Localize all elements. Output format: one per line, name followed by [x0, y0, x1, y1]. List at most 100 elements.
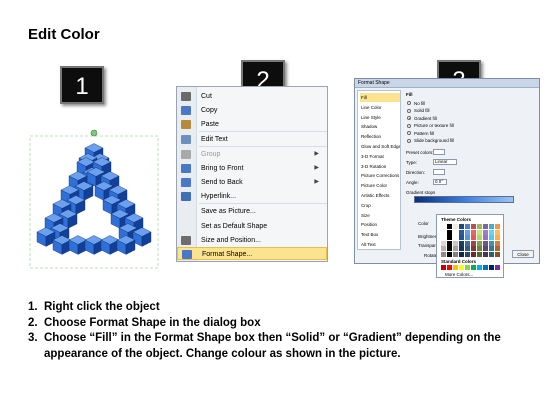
theme-color-swatch[interactable]	[453, 240, 458, 246]
theme-color-swatch[interactable]	[447, 224, 452, 229]
nav-item-shadow[interactable]: Shadow	[360, 122, 400, 131]
nav-item-glow-and-soft-edges[interactable]: Glow and Soft Edges	[360, 142, 400, 151]
menu-item-send-to-back[interactable]: Send to Back ▶	[177, 176, 327, 189]
radio-no-fill[interactable]	[407, 101, 411, 105]
nav-item-alt-text[interactable]: Alt Text	[360, 240, 400, 249]
theme-color-swatch[interactable]	[477, 224, 482, 229]
theme-color-swatch[interactable]	[483, 246, 488, 251]
standard-color-swatch[interactable]	[489, 265, 494, 270]
menu-item-size-and-position[interactable]: Size and Position...	[177, 234, 327, 247]
preset-colors-dropdown[interactable]	[433, 149, 445, 155]
standard-color-swatch[interactable]	[471, 265, 476, 270]
theme-color-swatch[interactable]	[495, 224, 500, 229]
nav-item-fill[interactable]: Fill	[360, 93, 400, 102]
theme-color-swatch[interactable]	[495, 251, 500, 257]
radio-pattern-fill[interactable]	[407, 131, 411, 135]
menu-item-bring-to-front[interactable]: Bring to Front ▶	[177, 162, 327, 175]
theme-color-swatch[interactable]	[483, 229, 488, 235]
theme-color-swatch[interactable]	[465, 229, 470, 235]
theme-color-swatch[interactable]	[441, 246, 446, 251]
nav-item-picture-color[interactable]: Picture Color	[360, 181, 400, 190]
radio-slide-background-fill[interactable]	[407, 138, 411, 143]
nav-item-size[interactable]: Size	[360, 211, 400, 220]
theme-color-swatch[interactable]	[495, 229, 500, 235]
theme-color-swatch[interactable]	[447, 251, 452, 257]
theme-color-swatch[interactable]	[447, 229, 452, 235]
menu-item-hyperlink[interactable]: Hyperlink...	[177, 190, 327, 203]
theme-color-swatch[interactable]	[495, 235, 500, 240]
theme-color-swatch[interactable]	[465, 224, 470, 229]
impossible-triangle-shape[interactable]	[28, 128, 160, 276]
theme-color-swatch[interactable]	[459, 246, 464, 251]
theme-color-swatch[interactable]	[441, 235, 446, 240]
theme-color-swatch[interactable]	[459, 229, 464, 235]
theme-color-swatch[interactable]	[477, 235, 482, 240]
theme-color-swatch[interactable]	[471, 251, 476, 257]
theme-color-swatch[interactable]	[459, 235, 464, 240]
direction-dropdown[interactable]	[433, 169, 445, 175]
theme-color-swatch[interactable]	[477, 246, 482, 251]
standard-color-swatch[interactable]	[465, 265, 470, 270]
theme-color-swatch[interactable]	[489, 235, 494, 240]
theme-color-swatch[interactable]	[447, 235, 452, 240]
theme-color-swatch[interactable]	[447, 246, 452, 251]
theme-color-swatch[interactable]	[471, 224, 476, 229]
theme-color-swatch[interactable]	[483, 235, 488, 240]
menu-item-edit-text[interactable]: Edit Text	[177, 133, 327, 146]
radio-picture-or-texture-fill[interactable]	[407, 123, 411, 128]
menu-item-set-as-default-shape[interactable]: Set as Default Shape	[177, 220, 327, 233]
standard-color-swatch[interactable]	[477, 265, 482, 270]
theme-color-swatch[interactable]	[483, 224, 488, 229]
standard-color-swatch[interactable]	[483, 265, 488, 270]
theme-color-swatch[interactable]	[477, 229, 482, 235]
theme-color-swatch[interactable]	[465, 240, 470, 246]
theme-color-swatch[interactable]	[489, 240, 494, 246]
menu-item-paste[interactable]: Paste	[177, 118, 327, 131]
theme-color-swatch[interactable]	[441, 229, 446, 235]
menu-item-format-shape[interactable]: Format Shape...	[177, 247, 327, 260]
theme-color-swatch[interactable]	[465, 251, 470, 257]
theme-color-swatch[interactable]	[495, 246, 500, 251]
theme-color-swatch[interactable]	[471, 240, 476, 246]
theme-color-swatch[interactable]	[459, 224, 464, 229]
menu-item-group[interactable]: Group ▶	[177, 148, 327, 161]
menu-item-save-as-picture[interactable]: Save as Picture...	[177, 205, 327, 218]
radio-gradient-fill[interactable]	[407, 116, 411, 120]
standard-color-swatch[interactable]	[453, 265, 458, 270]
nav-item-artistic-effects[interactable]: Artistic Effects	[360, 191, 400, 200]
theme-color-swatch[interactable]	[471, 235, 476, 240]
theme-color-swatch[interactable]	[483, 251, 488, 257]
theme-color-swatch[interactable]	[477, 240, 482, 246]
nav-item-line-color[interactable]: Line Color	[360, 103, 400, 112]
theme-color-swatch[interactable]	[465, 235, 470, 240]
theme-color-swatch[interactable]	[459, 240, 464, 246]
standard-color-swatch[interactable]	[495, 265, 500, 270]
theme-color-swatch[interactable]	[453, 235, 458, 240]
nav-item-3-d-rotation[interactable]: 3-D Rotation	[360, 162, 400, 171]
theme-color-swatch[interactable]	[441, 224, 446, 229]
theme-color-swatch[interactable]	[489, 246, 494, 251]
theme-color-swatch[interactable]	[441, 240, 446, 246]
theme-color-swatch[interactable]	[465, 246, 470, 251]
more-colors-link[interactable]: More Colors...	[445, 272, 473, 277]
theme-color-swatch[interactable]	[453, 251, 458, 257]
theme-color-swatch[interactable]	[489, 251, 494, 257]
type-dropdown[interactable]: Linear	[433, 159, 457, 165]
theme-color-swatch[interactable]	[441, 251, 446, 257]
gradient-stops-bar[interactable]	[414, 196, 514, 203]
nav-item-text-box[interactable]: Text Box	[360, 230, 400, 239]
theme-color-swatch[interactable]	[453, 229, 458, 235]
theme-color-swatch[interactable]	[447, 240, 452, 246]
theme-color-swatch[interactable]	[477, 251, 482, 257]
theme-color-swatch[interactable]	[453, 224, 458, 229]
standard-color-swatch[interactable]	[447, 265, 452, 270]
rotate-handle[interactable]	[90, 129, 98, 137]
theme-color-swatch[interactable]	[459, 251, 464, 257]
menu-item-cut[interactable]: Cut	[177, 90, 327, 103]
theme-color-swatch[interactable]	[483, 240, 488, 246]
nav-item-crop[interactable]: Crop	[360, 201, 400, 210]
nav-item-3-d-format[interactable]: 3-D Format	[360, 152, 400, 161]
theme-color-swatch[interactable]	[489, 229, 494, 235]
theme-color-swatch[interactable]	[489, 224, 494, 229]
angle-input[interactable]: 0.0°	[433, 179, 447, 185]
